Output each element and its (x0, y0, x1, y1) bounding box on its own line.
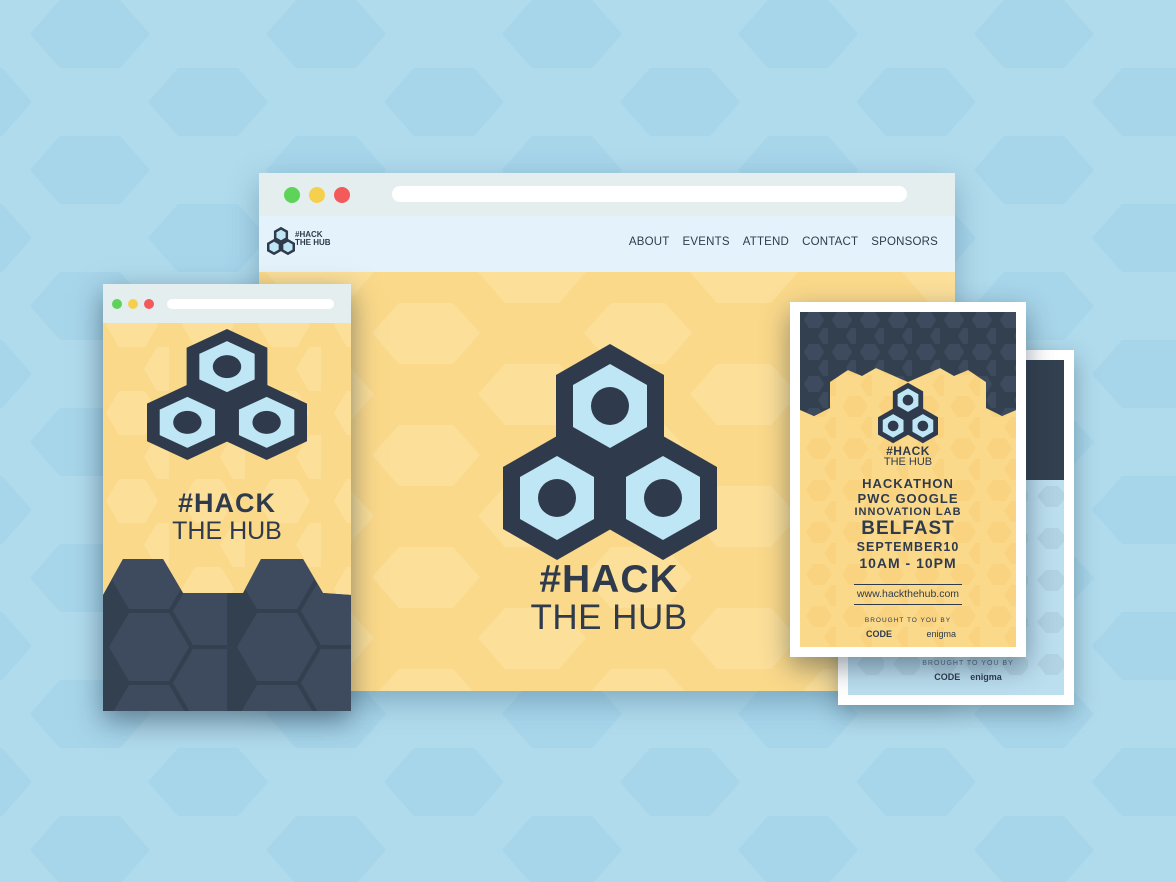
poster-back-sponsors: CODE enigma (908, 672, 1028, 682)
hero-title-line1: #HACK (539, 558, 679, 601)
poster-back-footer: BROUGHT TO YOU BY CODE enigma (908, 660, 1028, 682)
mobile-title-line2: THE HUB (172, 517, 282, 545)
desktop-browser-toolbar (259, 173, 955, 216)
poster-date: SEPTEMBER10 (856, 540, 960, 554)
poster-divider-bottom (854, 604, 962, 605)
hero-title: #HACK THE HUB (484, 560, 734, 636)
poster-time: 10AM - 10PM (859, 555, 957, 571)
site-navbar: #HACK THE HUB ABOUT EVENTS ATTEND CONTAC… (259, 216, 955, 272)
nav-link-events[interactable]: EVENTS (682, 236, 729, 248)
poster-venue-line1: PWC GOOGLE (857, 491, 959, 506)
mobile-window-dot-red[interactable] (144, 299, 154, 309)
mobile-browser-toolbar (103, 284, 351, 323)
poster-logo-icon (878, 382, 938, 444)
poster-back-brought-by: BROUGHT TO YOU BY (922, 660, 1014, 667)
poster-logo-line2: THE HUB (883, 456, 933, 468)
nav-link-about[interactable]: ABOUT (629, 236, 670, 248)
nav-link-contact[interactable]: CONTACT (802, 236, 858, 248)
event-poster: #HACK THE HUB HACKATHON PWC GOOGLE INNOV… (790, 302, 1026, 657)
poster-url: www.hackthehub.com (856, 588, 960, 600)
poster-event-name: HACKATHON (862, 476, 954, 491)
mobile-logo-icon (147, 329, 307, 460)
mobile-title-line1: #HACK (177, 488, 276, 518)
address-bar[interactable] (392, 186, 907, 202)
hex-logo-icon[interactable] (267, 226, 295, 256)
sponsor-code-logo: CODE (866, 629, 893, 639)
poster-city: BELFAST (861, 518, 955, 539)
sponsor-enigma-logo: enigma (926, 629, 956, 639)
poster-back-sponsor-enigma: enigma (970, 672, 1002, 682)
window-dot-yellow[interactable] (309, 187, 325, 203)
poster-back-sponsor-code: CODE (934, 672, 961, 682)
nav-link-sponsors[interactable]: SPONSORS (871, 236, 938, 248)
poster-logo-wordmark: #HACK THE HUB (858, 445, 958, 468)
poster-divider-top (854, 584, 962, 585)
nav-links: ABOUT EVENTS ATTEND CONTACT SPONSORS (629, 236, 938, 248)
nav-logo-wordmark[interactable]: #HACK THE HUB (295, 231, 331, 247)
poster-inner: #HACK THE HUB HACKATHON PWC GOOGLE INNOV… (800, 312, 1016, 647)
poster-brought-by: BROUGHT TO YOU BY (864, 617, 952, 624)
nav-logo-line2: THE HUB (295, 238, 331, 247)
poster-event-details: HACKATHON PWC GOOGLE INNOVATION LAB BELF… (808, 476, 1008, 571)
hero-title-line2: THE HUB (530, 598, 688, 637)
window-dot-green[interactable] (284, 187, 300, 203)
mobile-window-dot-green[interactable] (112, 299, 122, 309)
mobile-browser-mockup: #HACK THE HUB (103, 284, 351, 711)
nav-link-attend[interactable]: ATTEND (743, 236, 789, 248)
hack-the-hub-logo-icon (503, 344, 717, 560)
poster-sponsors: CODE enigma (866, 629, 956, 639)
window-dot-red[interactable] (334, 187, 350, 203)
mobile-address-bar[interactable] (167, 299, 334, 309)
mobile-title: #HACK THE HUB (127, 489, 327, 545)
mobile-window-dot-yellow[interactable] (128, 299, 138, 309)
